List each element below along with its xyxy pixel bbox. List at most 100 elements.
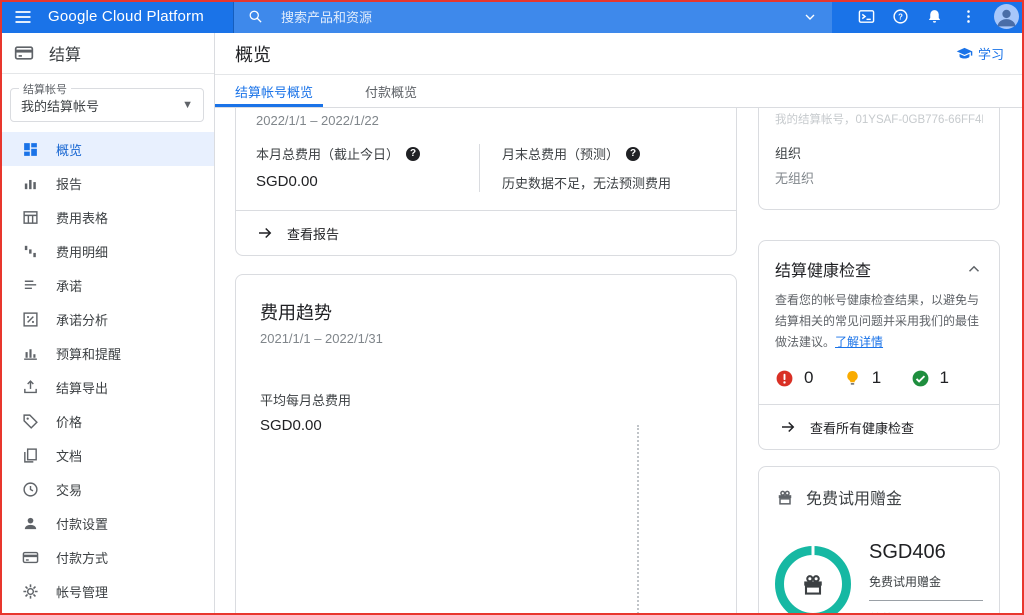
bulb-icon — [843, 369, 862, 388]
health-description: 查看您的帐号健康检查结果，以避免与结算相关的常见问题并采用我们的最佳做法建议。了… — [775, 290, 983, 353]
product-title[interactable]: Google Cloud Platform — [48, 8, 204, 25]
sidebar-item-clock[interactable]: 交易 — [0, 472, 214, 506]
view-health-checks-label: 查看所有健康检查 — [810, 418, 914, 437]
sidebar-menu: 概览报告费用表格费用明细承诺承诺分析预算和提醒结算导出价格文档交易付款设置付款方… — [0, 132, 214, 608]
sidebar-item-label: 文档 — [56, 446, 82, 465]
sidebar-item-label: 概览 — [56, 140, 82, 159]
clock-icon — [22, 481, 39, 498]
billing-account-select[interactable]: 结算帐号 我的结算帐号 ▼ — [10, 88, 204, 122]
view-health-checks-link[interactable]: 查看所有健康检查 — [759, 404, 999, 449]
cloud-shell-icon[interactable] — [858, 8, 875, 25]
view-report-link[interactable]: 查看报告 — [236, 210, 736, 255]
sidebar-item-docs[interactable]: 文档 — [0, 438, 214, 472]
bar-chart-icon — [22, 175, 39, 192]
sidebar-item-percent[interactable]: 承诺分析 — [0, 302, 214, 336]
cost-trend-card: 费用趋势 2021/1/1 – 2022/1/31 平均每月总费用 SGD0.0… — [235, 274, 737, 615]
sidebar-title: 结算 — [49, 41, 81, 65]
graduation-cap-icon — [956, 45, 973, 62]
notifications-icon[interactable] — [926, 8, 943, 25]
sidebar-item-export[interactable]: 结算导出 — [0, 370, 214, 404]
payment-card-icon — [22, 549, 39, 566]
sidebar-item-list[interactable]: 承诺 — [0, 268, 214, 302]
chevron-down-icon[interactable] — [802, 9, 818, 25]
learn-more-link[interactable]: 了解详情 — [835, 335, 883, 349]
more-options-icon[interactable] — [960, 8, 977, 25]
topbar: Google Cloud Platform 搜索产品和资源 ? — [0, 0, 1024, 33]
sidebar-item-bar-chart[interactable]: 报告 — [0, 166, 214, 200]
hamburger-menu-icon[interactable] — [13, 7, 33, 27]
learn-link[interactable]: 学习 — [956, 44, 1004, 63]
arrow-right-icon — [779, 418, 797, 436]
search-bar[interactable]: 搜索产品和资源 — [234, 0, 832, 33]
error-stat: 0 — [775, 368, 813, 388]
learn-label: 学习 — [978, 44, 1004, 63]
sidebar-item-payment-card[interactable]: 付款方式 — [0, 540, 214, 574]
content-header: 概览 学习 — [215, 33, 1024, 75]
sidebar-item-label: 交易 — [56, 480, 82, 499]
check-stat: 1 — [911, 368, 949, 388]
export-icon — [22, 379, 39, 396]
credit-ring-chart — [775, 546, 851, 615]
sidebar-item-label: 付款方式 — [56, 548, 108, 567]
sidebar-item-waterfall-chart[interactable]: 费用明细 — [0, 234, 214, 268]
table-icon — [22, 209, 39, 226]
trend-title: 费用趋势 — [260, 299, 712, 325]
sidebar-header: 结算 — [0, 33, 214, 74]
billing-account-label: 结算帐号 — [19, 81, 71, 97]
current-cost-label: 本月总费用（截止今日） — [256, 144, 399, 163]
sidebar-item-gear[interactable]: 帐号管理 — [0, 574, 214, 608]
sidebar-item-label: 费用表格 — [56, 208, 108, 227]
stat-value: 1 — [872, 368, 881, 388]
sidebar-item-tag[interactable]: 价格 — [0, 404, 214, 438]
stat-value: 1 — [940, 368, 949, 388]
search-input[interactable]: 搜索产品和资源 — [281, 7, 802, 26]
help-icon[interactable]: ? — [892, 8, 909, 25]
health-stats: 0 1 1 — [775, 368, 983, 388]
sidebar-item-dashboard[interactable]: 概览 — [0, 132, 214, 166]
avg-cost-label: 平均每月总费用 — [260, 390, 712, 409]
billing-icon — [14, 43, 34, 63]
scroll-area[interactable]: 2022/1/1 – 2022/1/22 本月总费用（截止今日） ? SGD0.… — [215, 108, 1024, 615]
sidebar-item-label: 承诺分析 — [56, 310, 108, 329]
org-value: 无组织 — [775, 168, 983, 187]
main-content: 概览 学习 结算帐号概览付款概览 2022/1/1 – 2022/1/22 本月… — [215, 33, 1024, 615]
tab-bar: 结算帐号概览付款概览 — [215, 75, 1024, 108]
chart-today-marker — [637, 425, 639, 615]
dropdown-arrow-icon: ▼ — [182, 99, 193, 111]
credit-card-title: 免费试用赠金 — [806, 485, 902, 509]
docs-icon — [22, 447, 39, 464]
health-check-card: 结算健康检查 查看您的帐号健康检查结果，以避免与结算相关的常见问题并采用我们的最… — [758, 240, 1000, 450]
sidebar-item-label: 承诺 — [56, 276, 82, 295]
sidebar-item-table[interactable]: 费用表格 — [0, 200, 214, 234]
forecast-cost-block: 月末总费用（预测） ? 历史数据不足，无法预测费用 — [479, 144, 736, 192]
sidebar-item-label: 预算和提醒 — [56, 344, 121, 363]
right-column: 我的结算帐号，01YSAF-0GB776-66FF4B 组织 无组织 结算健康检… — [758, 108, 1000, 615]
tab-billing-account-overview[interactable]: 结算帐号概览 — [215, 75, 323, 107]
free-trial-credit-card: 免费试用赠金 SGD406 免费试用赠金 总共 SGD406 — [758, 466, 1000, 615]
credit-amount: SGD406 — [869, 541, 983, 564]
billing-account-value: 我的结算帐号 — [21, 96, 182, 115]
avg-cost-value: SGD0.00 — [260, 417, 712, 434]
list-icon — [22, 277, 39, 294]
error-icon — [775, 369, 794, 388]
sidebar-item-budget-chart[interactable]: 预算和提醒 — [0, 336, 214, 370]
billing-account-id: 我的结算帐号，01YSAF-0GB776-66FF4B — [775, 111, 983, 127]
percent-icon — [22, 311, 39, 328]
sidebar-item-label: 报告 — [56, 174, 82, 193]
sidebar-item-label: 帐号管理 — [56, 582, 108, 601]
help-icon[interactable]: ? — [626, 147, 640, 161]
budget-chart-icon — [22, 345, 39, 362]
gcp-billing-console: Google Cloud Platform 搜索产品和资源 ? 结算 结算帐号 … — [0, 0, 1024, 615]
view-report-label: 查看报告 — [287, 224, 339, 243]
sidebar-item-person[interactable]: 付款设置 — [0, 506, 214, 540]
collapse-icon[interactable] — [965, 260, 983, 278]
avatar[interactable] — [994, 4, 1019, 29]
cost-summary-card: 2022/1/1 – 2022/1/22 本月总费用（截止今日） ? SGD0.… — [235, 108, 737, 256]
waterfall-chart-icon — [22, 243, 39, 260]
tab-payments-overview[interactable]: 付款概览 — [353, 75, 429, 107]
health-card-title: 结算健康检查 — [775, 257, 871, 281]
sidebar: 结算 结算帐号 我的结算帐号 ▼ 概览报告费用表格费用明细承诺承诺分析预算和提醒… — [0, 33, 215, 615]
help-icon[interactable]: ? — [406, 147, 420, 161]
tag-icon — [22, 413, 39, 430]
topbar-actions: ? — [858, 0, 1019, 33]
